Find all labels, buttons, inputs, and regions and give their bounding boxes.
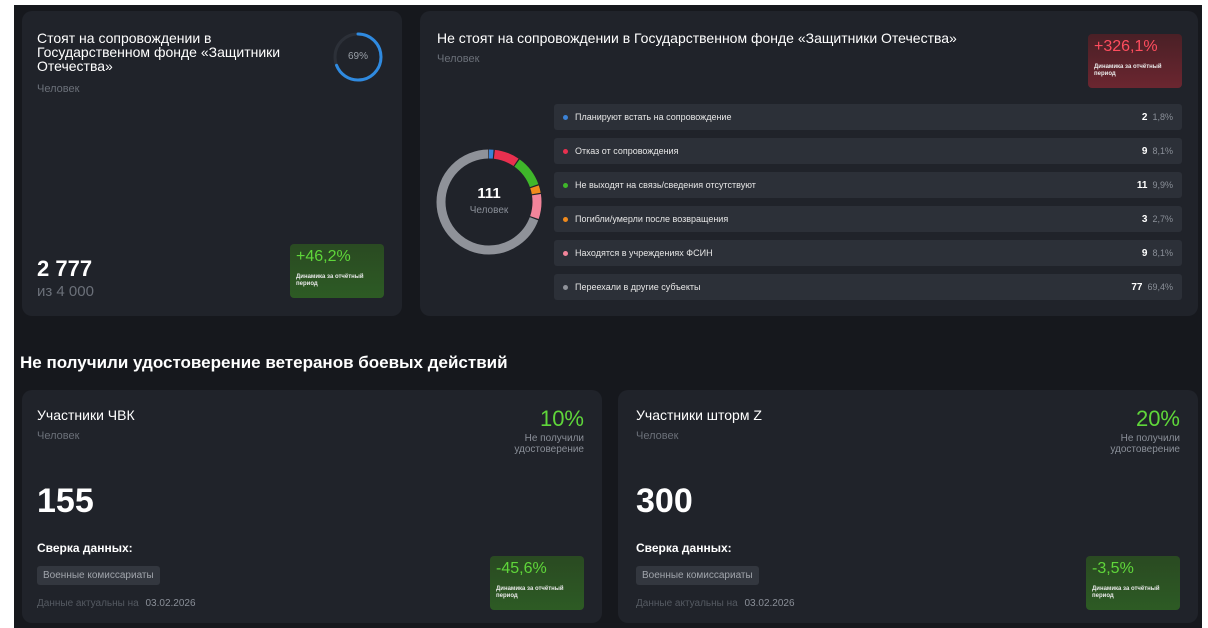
donut-total: 111 [477, 185, 501, 202]
main-value: 300 [636, 482, 693, 520]
list-item[interactable]: Не выходят на связь/сведения отсутствуют… [554, 172, 1182, 198]
item-count: 2 [1141, 111, 1148, 123]
item-count: 9 [1141, 145, 1148, 157]
legend-dot [563, 182, 568, 188]
item-percent: 8,1% [1152, 248, 1173, 258]
item-percent: 1,8% [1152, 112, 1173, 122]
legend-dot [563, 148, 568, 154]
item-label: Переехали в другие субъекты [575, 282, 701, 292]
percent-label-line2: удостоверение [514, 444, 584, 455]
item-label: Погибли/умерли после возвращения [575, 214, 729, 224]
dynamics-badge: -45,6% Динамика за отчётный период [490, 556, 584, 610]
item-label: Не выходят на связь/сведения отсутствуют [575, 180, 756, 190]
list-item[interactable]: Находятся в учреждениях ФСИН 9 8,1% [554, 240, 1182, 266]
item-percent: 9,9% [1152, 180, 1173, 190]
percent-label-line1: Не получили [524, 433, 584, 444]
legend-dot [563, 216, 568, 222]
source-tag[interactable]: Военные комиссариаты [37, 566, 160, 585]
dynamics-label: Динамика за отчётный период [1092, 586, 1160, 599]
card-unit: Человек [636, 430, 679, 442]
card-on-support: Стоят на сопровождении в Государственном… [22, 11, 402, 316]
list-item[interactable]: Планируют встать на сопровождение 2 1,8% [554, 104, 1182, 130]
percent-value: 10% [539, 406, 584, 431]
dynamics-badge: -3,5% Динамика за отчётный период [1086, 556, 1180, 610]
item-label: Находятся в учреждениях ФСИН [575, 248, 713, 258]
main-value: 155 [37, 482, 94, 520]
percent-label: Не получили удостоверение [1110, 433, 1180, 455]
actual-prefix: Данные актуальны на [37, 598, 139, 609]
item-label: Отказ от сопровождения [575, 146, 679, 156]
dynamics-value: +326,1% [1094, 38, 1158, 55]
card-unit: Человек [37, 83, 80, 95]
actual-date: 03.02.2026 [744, 598, 795, 609]
item-count: 3 [1141, 213, 1148, 225]
item-percent: 2,7% [1152, 214, 1173, 224]
donut-chart: 111 Человек [433, 146, 545, 258]
percent-label-line2: удостоверение [1110, 444, 1180, 455]
dynamics-value: +46,2% [296, 248, 351, 265]
item-count: 77 [1131, 281, 1143, 293]
dynamics-value: -3,5% [1092, 560, 1134, 577]
source-tag[interactable]: Военные комиссариаты [636, 566, 759, 585]
card-storm-z-participants: Участники шторм Z Человек 20% Не получил… [618, 390, 1198, 623]
percent-label: Не получили удостоверение [514, 433, 584, 455]
card-title: Стоят на сопровождении в Государственном… [37, 30, 281, 74]
donut-unit: Человек [469, 205, 509, 216]
legend-dot [563, 284, 568, 290]
item-percent: 69,4% [1147, 282, 1173, 292]
legend-dot [563, 114, 568, 120]
list-item[interactable]: Погибли/умерли после возвращения 3 2,7% [554, 206, 1182, 232]
card-pmc-participants: Участники ЧВК Человек 10% Не получили уд… [22, 390, 602, 623]
dynamics-label: Динамика за отчётный период [1094, 64, 1162, 77]
main-value: 2 777 [37, 256, 93, 281]
legend-dot [563, 250, 568, 256]
section-title: Не получили удостоверение ветеранов боев… [20, 353, 508, 372]
percent-value: 20% [1135, 406, 1180, 431]
total-value: из 4 000 [37, 283, 94, 300]
progress-ring-label: 69% [347, 51, 368, 62]
percent-label-line1: Не получили [1120, 433, 1180, 444]
dynamics-label: Динамика за отчётный период [496, 586, 564, 599]
card-unit: Человек [437, 53, 480, 65]
list-item[interactable]: Отказ от сопровождения 9 8,1% [554, 138, 1182, 164]
card-title: Участники ЧВК [37, 407, 135, 423]
card-title: Участники шторм Z [636, 407, 762, 423]
item-label: Планируют встать на сопровождение [575, 112, 732, 122]
item-count: 11 [1136, 179, 1148, 191]
card-unit: Человек [37, 430, 80, 442]
dynamics-badge: +326,1% Динамика за отчётный период [1088, 34, 1182, 88]
dynamics-value: -45,6% [496, 560, 547, 577]
progress-ring: 69% [332, 31, 384, 83]
dynamics-label: Динамика за отчётный период [296, 274, 364, 287]
dynamics-badge: +46,2% Динамика за отчётный период [290, 244, 384, 298]
list-item[interactable]: Переехали в другие субъекты 77 69,4% [554, 274, 1182, 300]
actual-date-line: Данные актуальны на 03.02.2026 [37, 598, 196, 609]
sverka-label: Сверка данных: [37, 541, 133, 555]
actual-prefix: Данные актуальны на [636, 598, 738, 609]
card-title: Не стоят на сопровождении в Государствен… [437, 30, 957, 46]
actual-date: 03.02.2026 [145, 598, 196, 609]
item-count: 9 [1141, 247, 1148, 259]
actual-date-line: Данные актуальны на 03.02.2026 [636, 598, 795, 609]
sverka-label: Сверка данных: [636, 541, 732, 555]
item-percent: 8,1% [1152, 146, 1173, 156]
